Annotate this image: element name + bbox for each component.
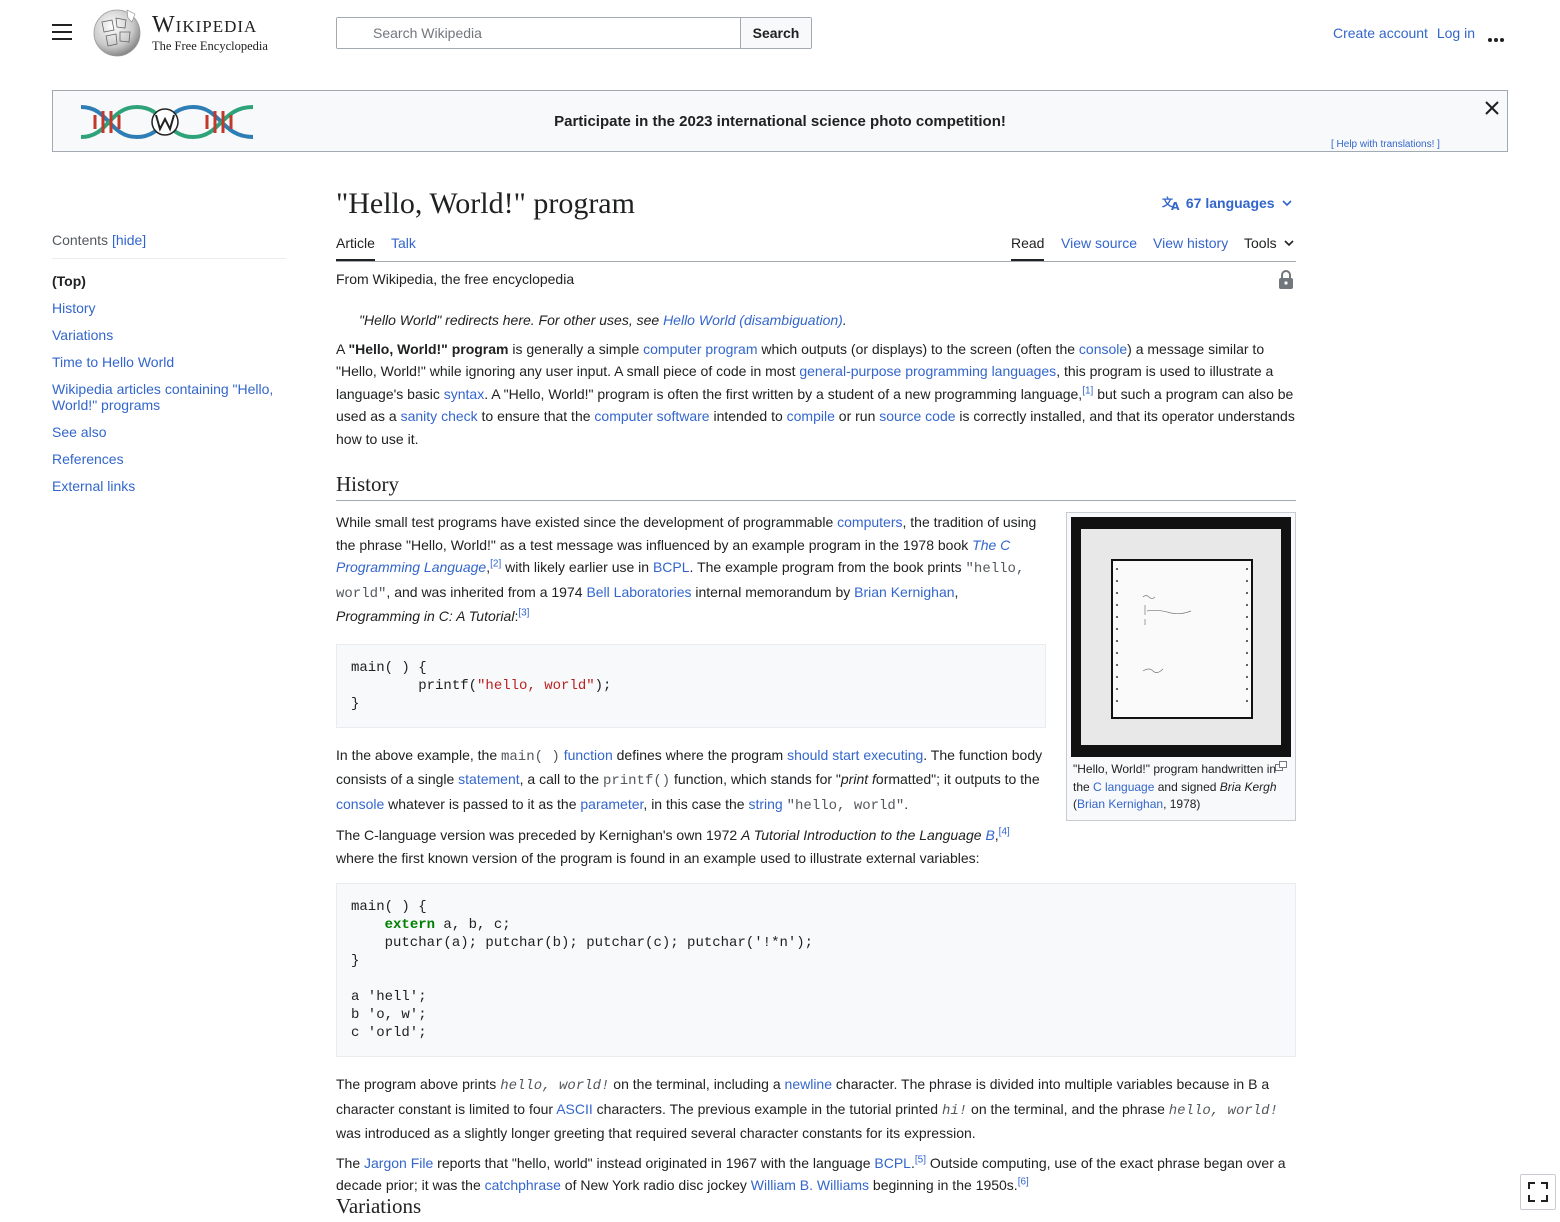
citation-6[interactable]: [6] — [1018, 1176, 1029, 1187]
svg-text:A: A — [1171, 200, 1180, 211]
link-b-language[interactable]: B — [985, 827, 994, 843]
toc-item-see-also[interactable]: See also — [52, 424, 286, 440]
tab-read[interactable]: Read — [1011, 235, 1045, 261]
link-syntax[interactable]: syntax — [444, 386, 484, 402]
figure-hello-world-handwritten: "Hello, World!" program handwritten in t… — [1066, 512, 1296, 821]
wordmark-tagline: The Free Encyclopedia — [152, 39, 268, 53]
toc-item-external-links[interactable]: External links — [52, 478, 286, 494]
toc-header: Contents [hide] — [52, 232, 286, 259]
citation-5[interactable]: [5] — [915, 1154, 926, 1165]
link-parameter[interactable]: parameter — [580, 796, 643, 812]
create-account-link[interactable]: Create account — [1333, 25, 1428, 41]
tab-view-source[interactable]: View source — [1061, 235, 1137, 259]
link-bcpl-2[interactable]: BCPL — [874, 1155, 911, 1171]
wikipedia-wordmark[interactable]: Wikipedia The Free Encyclopedia — [152, 12, 268, 53]
link-jargon-file[interactable]: Jargon File — [364, 1155, 433, 1171]
tab-view-history[interactable]: View history — [1153, 235, 1228, 259]
toc-item-wikipedia-articles[interactable]: Wikipedia articles containing "Hello, Wo… — [52, 381, 286, 413]
link-statement[interactable]: statement — [458, 771, 519, 787]
history-text: While small test programs have existed s… — [336, 511, 1046, 869]
toc-item-top[interactable]: (Top) — [52, 273, 286, 289]
main-menu-button[interactable] — [52, 24, 72, 42]
link-computers[interactable]: computers — [837, 514, 902, 530]
heading-history: History — [336, 470, 1296, 501]
link-catchphrase[interactable]: catchphrase — [485, 1177, 561, 1193]
link-bell-laboratories[interactable]: Bell Laboratories — [586, 584, 691, 600]
search-input[interactable] — [337, 18, 741, 48]
tab-article[interactable]: Article — [336, 235, 375, 261]
link-brian-kernighan[interactable]: Brian Kernighan — [854, 584, 954, 600]
lock-icon[interactable] — [1278, 269, 1294, 290]
tools-label: Tools — [1244, 235, 1277, 251]
toc-item-references[interactable]: References — [52, 451, 286, 467]
link-string[interactable]: string — [748, 796, 782, 812]
search-button[interactable]: Search — [741, 18, 811, 48]
link-general-purpose[interactable]: general-purpose programming languages — [799, 363, 1056, 379]
banner-title: Participate in the 2023 international sc… — [554, 113, 1006, 130]
handwriting-sketch — [1116, 568, 1248, 702]
link-newline[interactable]: newline — [785, 1076, 832, 1092]
tabs-divider — [336, 261, 1296, 262]
link-c-language[interactable]: C language — [1093, 780, 1154, 794]
link-bcpl[interactable]: BCPL — [653, 559, 690, 575]
link-sanity-check[interactable]: sanity check — [401, 408, 478, 424]
link-ascii[interactable]: ASCII — [556, 1101, 593, 1117]
search-box: Search — [336, 17, 812, 49]
citation-2[interactable]: [2] — [490, 558, 501, 569]
code-block-b: main( ) { extern a, b, c; putchar(a); pu… — [336, 883, 1296, 1057]
link-william-b-williams[interactable]: William B. Williams — [751, 1177, 869, 1193]
heading-variations: Variations — [336, 1194, 422, 1218]
user-links: Create account Log in — [1333, 25, 1480, 41]
toc-hide-link[interactable]: [hide] — [112, 232, 146, 248]
citation-3[interactable]: [3] — [518, 607, 529, 618]
ellipsis-icon — [1488, 38, 1492, 42]
link-caption-brian-kernighan[interactable]: Brian Kernighan — [1077, 797, 1163, 811]
toc-item-variations[interactable]: Variations — [52, 327, 286, 343]
link-source-code[interactable]: source code — [879, 408, 955, 424]
link-function[interactable]: function — [564, 747, 613, 763]
code-block-c: main( ) { printf("hello, world"); } — [336, 643, 1046, 728]
close-icon[interactable] — [1481, 97, 1503, 119]
link-computer-program[interactable]: computer program — [643, 341, 757, 357]
page-title: "Hello, World!" program — [336, 187, 635, 220]
toc-item-history[interactable]: History — [52, 300, 286, 316]
link-computer-software[interactable]: computer software — [594, 408, 709, 424]
wikipedia-globe-logo[interactable] — [92, 8, 142, 58]
link-console-2[interactable]: console — [336, 796, 384, 812]
toc-heading: Contents — [52, 232, 109, 248]
hatnote-link[interactable]: Hello World (disambiguation) — [663, 312, 843, 328]
page-tabs: Article Talk Read View source View histo… — [336, 235, 1296, 261]
link-compile[interactable]: compile — [787, 408, 835, 424]
handwritten-paper — [1111, 559, 1253, 719]
more-options-button[interactable] — [1488, 29, 1506, 47]
citation-1[interactable]: [1] — [1082, 385, 1093, 396]
hamburger-icon — [52, 24, 72, 26]
chevron-down-icon — [1282, 200, 1293, 207]
figure-image[interactable] — [1071, 517, 1291, 757]
language-selector[interactable]: 文 A 67 languages — [1162, 195, 1293, 213]
table-of-contents: Contents [hide] (Top) History Variations… — [52, 232, 286, 494]
site-sub: From Wikipedia, the free encyclopedia — [336, 271, 575, 287]
hatnote: "Hello World" redirects here. For other … — [359, 312, 847, 328]
link-should-start-executing[interactable]: should start executing — [787, 747, 923, 763]
lead-paragraph: A "Hello, World!" program is generally a… — [336, 340, 1295, 447]
link-console[interactable]: console — [1079, 341, 1127, 357]
tab-tools[interactable]: Tools — [1244, 235, 1295, 259]
fullscreen-button[interactable] — [1520, 1174, 1556, 1210]
translate-icon: 文 A — [1162, 195, 1180, 213]
expand-icon — [1528, 1182, 1548, 1202]
log-in-link[interactable]: Log in — [1437, 25, 1475, 41]
chevron-down-icon — [1284, 240, 1294, 247]
wordmark-title: Wikipedia — [152, 12, 258, 38]
citation-4[interactable]: [4] — [999, 826, 1010, 837]
languages-label: 67 languages — [1185, 195, 1275, 211]
banner-help-link[interactable]: [ Help with translations! ] — [1331, 139, 1440, 150]
central-notice-banner: Participate in the 2023 international sc… — [52, 90, 1508, 152]
figure-caption: "Hello, World!" program handwritten in t… — [1073, 762, 1277, 811]
toc-item-time-to-hello-world[interactable]: Time to Hello World — [52, 354, 286, 370]
tab-talk[interactable]: Talk — [391, 235, 416, 259]
